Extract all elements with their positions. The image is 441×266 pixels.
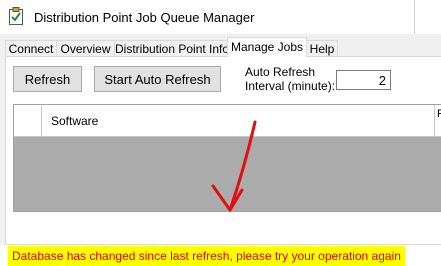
tab-overview[interactable]: Overview [56,40,115,56]
tab-label: Connect [8,42,54,56]
column-header-truncated[interactable]: P [437,108,441,120]
refresh-button[interactable]: Refresh [13,66,82,92]
grid-header: Software P [14,105,441,137]
close-button[interactable] [414,0,441,34]
auto-refresh-interval-input[interactable] [336,70,391,90]
tab-help[interactable]: Help [306,40,338,56]
status-message: Database has changed since last refresh,… [8,246,405,266]
start-auto-refresh-button[interactable]: Start Auto Refresh [94,66,221,92]
client-area: Connect Overview Distribution Point Info… [0,34,441,266]
tab-label: Help [309,42,335,56]
title-bar: Distribution Point Job Queue Manager [0,0,441,34]
tab-connect[interactable]: Connect [5,40,57,56]
window-title: Distribution Point Job Queue Manager [34,10,255,25]
tab-distribution-point-info[interactable]: Distribution Point Info [114,40,229,56]
auto-refresh-interval-label: Auto Refresh Interval (minute): [245,65,336,93]
column-divider [434,105,435,136]
tab-label: Overview [60,42,111,56]
clipboard-check-icon [9,7,23,25]
tab-label: Manage Jobs [230,40,304,54]
row-header-corner [14,105,42,136]
tab-manage-jobs[interactable]: Manage Jobs [227,37,307,57]
jobs-grid[interactable]: Software P [13,104,441,212]
tab-label: Distribution Point Info [115,42,230,56]
column-header-software[interactable]: Software [51,114,98,128]
manage-jobs-panel: Refresh Start Auto Refresh Auto Refresh … [5,56,441,245]
